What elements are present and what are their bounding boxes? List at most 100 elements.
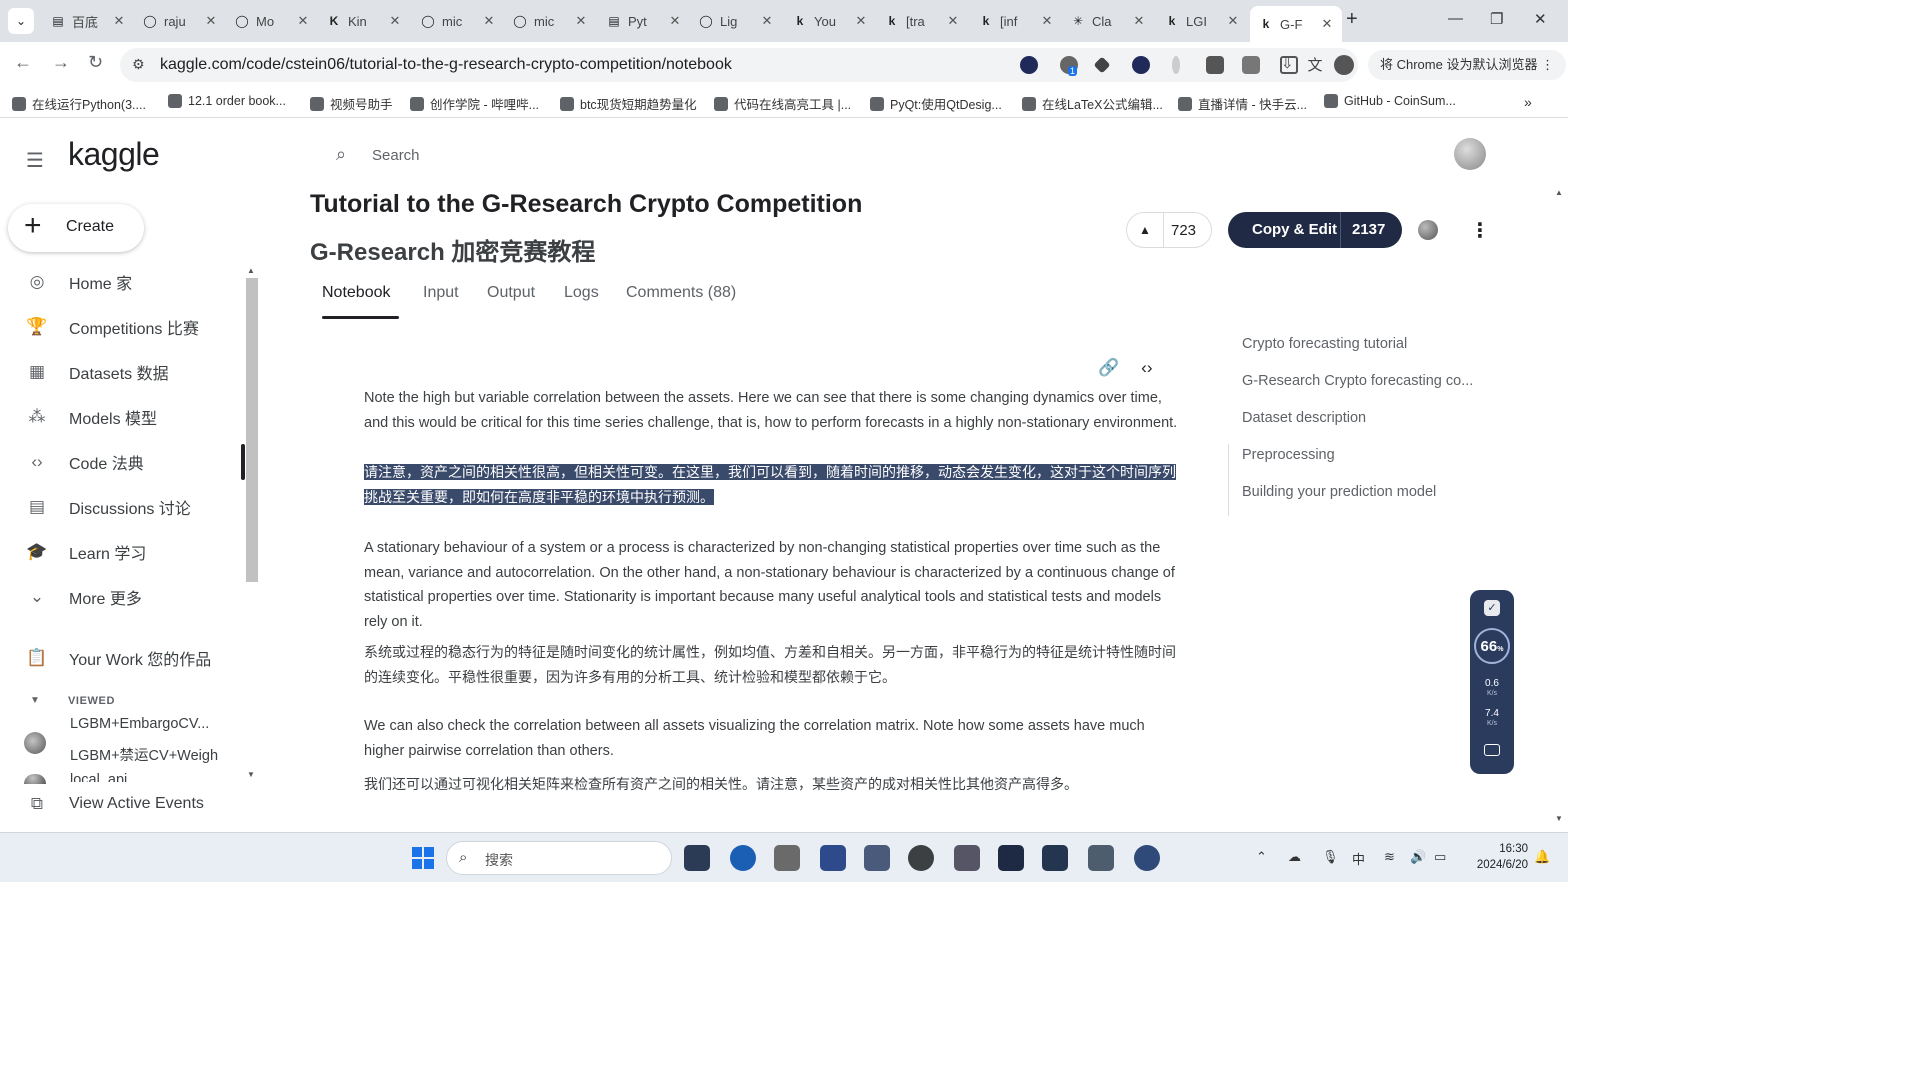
- copy-edit-button[interactable]: Copy & Edit 2137: [1228, 212, 1402, 248]
- more-options-icon[interactable]: ⋮: [1470, 218, 1490, 243]
- box-extension-icon[interactable]: [1206, 56, 1224, 74]
- bookmark-item[interactable]: GitHub - CoinSum...: [1324, 94, 1456, 108]
- close-tab-icon[interactable]: ✕: [574, 13, 588, 29]
- tab-output[interactable]: Output: [487, 284, 535, 302]
- page-scroll-down-icon[interactable]: ▼: [1555, 814, 1563, 823]
- app-icon[interactable]: [774, 845, 800, 871]
- browser-tab[interactable]: ▤ Pyt ✕: [598, 6, 690, 36]
- sidebar-item-home[interactable]: ◎ Home 家: [0, 262, 245, 302]
- browser-tab[interactable]: ◯ mic ✕: [504, 6, 596, 36]
- browser-tab[interactable]: ◯ Lig ✕: [690, 6, 782, 36]
- chat-extension-icon[interactable]: [1132, 56, 1150, 74]
- sidebar-scroll-thumb[interactable]: [246, 278, 258, 582]
- bookmark-item[interactable]: 12.1 order book...: [168, 94, 286, 108]
- close-tab-icon[interactable]: ✕: [204, 13, 218, 29]
- user-avatar[interactable]: [1454, 138, 1486, 170]
- back-icon[interactable]: ←: [14, 52, 32, 73]
- toc-item[interactable]: Preprocessing: [1242, 447, 1335, 463]
- app-icon[interactable]: [864, 845, 890, 871]
- system-clock[interactable]: 16:30 2024/6/20: [1464, 841, 1528, 873]
- close-tab-icon[interactable]: ✕: [1226, 13, 1240, 29]
- bookmark-item[interactable]: 在线LaTeX公式编辑...: [1022, 94, 1163, 113]
- profile-icon[interactable]: [1334, 55, 1354, 75]
- start-windows-icon[interactable]: [412, 847, 434, 869]
- mouse-extension-icon[interactable]: [1172, 56, 1180, 74]
- page-scrollbar[interactable]: ▲ ▼: [1552, 188, 1566, 828]
- browser-tab[interactable]: ◯ raju ✕: [134, 6, 226, 36]
- close-tab-icon[interactable]: ✕: [296, 13, 310, 29]
- close-window-icon[interactable]: ✕: [1534, 10, 1547, 28]
- tab-logs[interactable]: Logs: [564, 284, 599, 302]
- author-avatar[interactable]: [1418, 220, 1438, 240]
- view-active-events-button[interactable]: ⧉ View Active Events: [0, 784, 245, 824]
- ime-indicator[interactable]: 中: [1352, 849, 1365, 868]
- edge-icon[interactable]: [730, 845, 756, 871]
- browser-tab[interactable]: k LGI ✕: [1156, 6, 1248, 36]
- microphone-icon[interactable]: 🎙: [1322, 849, 1339, 865]
- app-icon[interactable]: [1134, 845, 1160, 871]
- forward-icon[interactable]: →: [52, 52, 70, 73]
- link-icon[interactable]: 🔗: [1098, 358, 1119, 378]
- menu-icon[interactable]: ☰: [26, 148, 44, 173]
- bookmark-item[interactable]: btc现货短期趋势量化: [560, 94, 697, 113]
- viewed-item[interactable]: LGBM+EmbargoCV...: [70, 716, 209, 732]
- sidebar-item-models[interactable]: ⁂ Models 模型: [0, 397, 245, 437]
- browser-tab[interactable]: ◯ Mo ✕: [226, 6, 318, 36]
- notification-bell-icon[interactable]: 🔔: [1534, 849, 1550, 865]
- sidebar-item-learn[interactable]: 🎓 Learn 学习: [0, 532, 245, 572]
- bookmark-item[interactable]: PyQt:使用QtDesig...: [870, 94, 1002, 113]
- url-text[interactable]: kaggle.com/code/cstein06/tutorial-to-the…: [160, 56, 732, 74]
- bookmark-item[interactable]: 视频号助手: [310, 94, 393, 113]
- browser-tab[interactable]: K Kin ✕: [318, 6, 410, 36]
- chrome-icon[interactable]: [908, 845, 934, 871]
- search-placeholder[interactable]: Search: [372, 147, 420, 164]
- toc-item[interactable]: Crypto forecasting tutorial: [1242, 336, 1407, 352]
- bookmark-item[interactable]: 在线运行Python(3....: [12, 94, 146, 113]
- toc-item[interactable]: G-Research Crypto forecasting co...: [1242, 373, 1473, 389]
- close-tab-icon[interactable]: ✕: [854, 13, 868, 29]
- browser-tab[interactable]: ▤ 百底 ✕: [42, 6, 134, 36]
- bookmark-item[interactable]: 创作学院 - 哔哩哔...: [410, 94, 539, 113]
- browser-tab[interactable]: ✳ Cla ✕: [1062, 6, 1154, 36]
- tab-input[interactable]: Input: [423, 284, 459, 302]
- grid-extension-icon[interactable]: [1242, 56, 1260, 74]
- close-tab-icon[interactable]: ✕: [668, 13, 682, 29]
- page-scroll-up-icon[interactable]: ▲: [1555, 188, 1563, 197]
- volume-icon[interactable]: 🔊: [1410, 849, 1426, 865]
- sidebar-item-datasets[interactable]: ▦ Datasets 数据: [0, 352, 245, 392]
- more-bookmarks-icon[interactable]: »: [1524, 94, 1532, 110]
- battery-icon[interactable]: ▭: [1434, 849, 1446, 865]
- scroll-down-icon[interactable]: ▼: [247, 770, 255, 779]
- upvote-button[interactable]: ▲ 723: [1126, 212, 1212, 248]
- sidebar-item-discussions[interactable]: ▤ Discussions 讨论: [0, 487, 245, 527]
- cloud-icon[interactable]: ☁: [1288, 849, 1301, 865]
- network-speed-widget[interactable]: ✓ 66% 0.6 K/s 7.4 K/s: [1470, 590, 1514, 774]
- sidebar-item-competitions[interactable]: 🏆 Competitions 比赛: [0, 307, 245, 347]
- file-explorer-icon[interactable]: [954, 845, 980, 871]
- reload-icon[interactable]: ↻: [88, 52, 103, 73]
- taskview-icon[interactable]: [684, 845, 710, 871]
- close-tab-icon[interactable]: ✕: [1040, 13, 1054, 29]
- browser-tab[interactable]: k [tra ✕: [876, 6, 968, 36]
- scroll-up-icon[interactable]: ▲: [247, 266, 255, 275]
- close-tab-icon[interactable]: ✕: [946, 13, 960, 29]
- tab-notebook[interactable]: Notebook: [322, 284, 391, 302]
- sidebar-item-code[interactable]: ‹› Code 法典: [0, 442, 245, 482]
- photos-icon[interactable]: [820, 845, 846, 871]
- close-tab-icon[interactable]: ✕: [388, 13, 402, 29]
- terminal-icon[interactable]: [998, 845, 1024, 871]
- new-tab-button[interactable]: +: [1346, 8, 1358, 31]
- sidebar-scrollbar[interactable]: ▲ ▼: [244, 266, 260, 786]
- tab-search-chevron-icon[interactable]: ⌄: [8, 8, 34, 34]
- bookmark-item[interactable]: 代码在线高亮工具 |...: [714, 94, 851, 113]
- toc-item[interactable]: Dataset description: [1242, 410, 1366, 426]
- code-toggle-icon[interactable]: ‹›: [1141, 358, 1152, 378]
- browser-tab[interactable]: k You ✕: [784, 6, 876, 36]
- browser-tab[interactable]: ◯ mic ✕: [412, 6, 504, 36]
- set-default-browser-button[interactable]: 将 Chrome 设为默认浏览器 ⋮: [1368, 50, 1567, 80]
- taskbar-search[interactable]: ⌕ 搜索: [446, 841, 672, 875]
- camera-icon[interactable]: [1484, 744, 1500, 756]
- app-icon[interactable]: [1042, 845, 1068, 871]
- browser-tab[interactable]: k G-F ✕: [1250, 6, 1342, 42]
- minimize-icon[interactable]: —: [1448, 10, 1463, 27]
